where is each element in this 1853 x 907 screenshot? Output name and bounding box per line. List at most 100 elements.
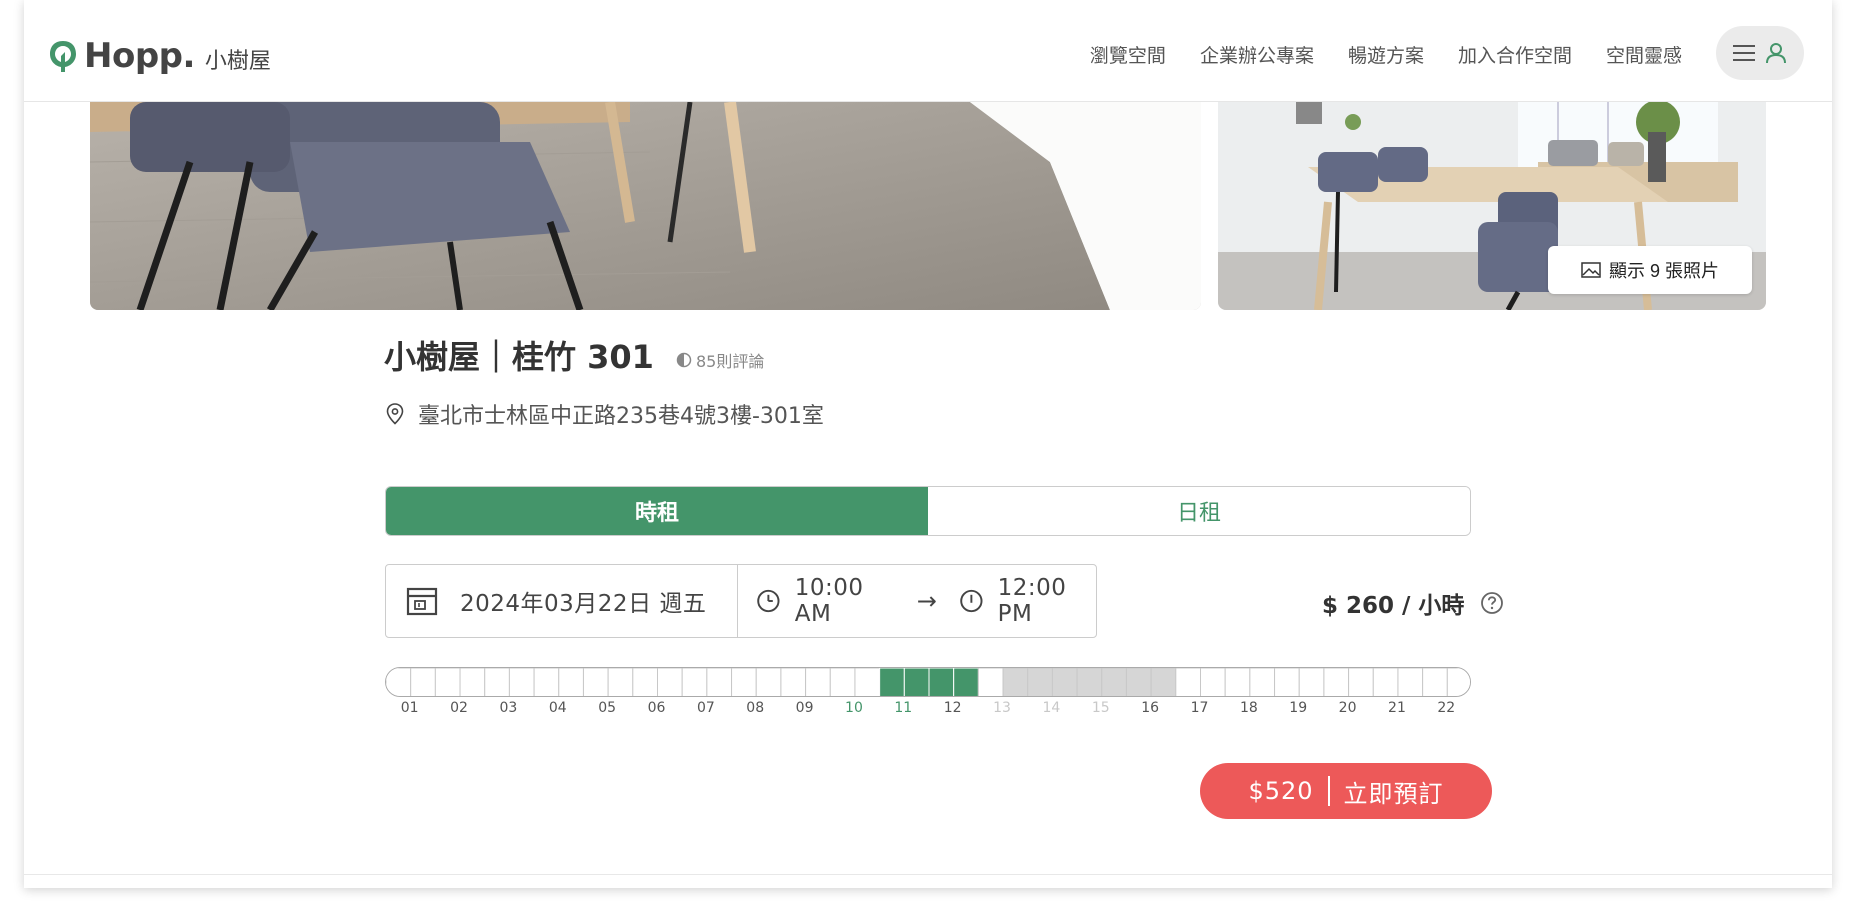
hour-tick-labels: 01 02 03 04 05 06 07 08 09 10 11 12 13 14 15 16 17 18 19 20…	[385, 700, 1471, 720]
hour-label: 19	[1289, 700, 1308, 716]
listing-address: 臺北市士林區中正路235巷4號3樓-301室	[418, 404, 824, 429]
user-menu-button[interactable]	[1716, 26, 1804, 80]
timeline-slot[interactable]	[434, 668, 461, 697]
address-row: 臺北市士林區中正路235巷4號3樓-301室	[386, 398, 824, 430]
timeline-slot[interactable]	[805, 668, 831, 697]
book-now-button[interactable]: $520 立即預訂	[1200, 763, 1492, 819]
listing-title: 小樹屋｜桂竹 301	[384, 338, 654, 376]
hour-label: 22	[1437, 700, 1456, 716]
timeline-slot[interactable]	[706, 668, 733, 697]
timeline-slot[interactable]	[533, 668, 560, 697]
hour-timeline[interactable]	[385, 667, 1471, 697]
timeline-slot[interactable]	[731, 668, 757, 697]
timeline-slot[interactable]	[1224, 668, 1251, 697]
timeline-slot-selected[interactable]	[903, 668, 930, 697]
timeline-slot[interactable]	[508, 668, 535, 697]
timeline-slot[interactable]	[854, 668, 881, 697]
nav-space-inspiration[interactable]: 空間靈感	[1606, 41, 1682, 68]
timeline-slot[interactable]	[755, 668, 782, 697]
nav-join-partner[interactable]: 加入合作空間	[1458, 41, 1572, 68]
timeline-slot[interactable]	[1298, 668, 1325, 697]
timeline-slot[interactable]	[829, 668, 856, 697]
timeline-slot-selected[interactable]	[879, 668, 905, 697]
timeline-slot-unavailable[interactable]	[1002, 668, 1029, 697]
image-icon	[1581, 262, 1601, 278]
show-all-photos-button[interactable]: 顯示 9 張照片	[1548, 246, 1752, 294]
logo-text: Hopp.	[84, 36, 195, 76]
hour-label: 01	[400, 700, 419, 716]
site-header: Hopp. 小樹屋 瀏覽空間 企業辦公專案 暢遊方案 加入合作空間 空間靈感	[24, 0, 1832, 102]
hour-label: 08	[746, 700, 765, 716]
timeline-slot-unavailable[interactable]	[1051, 668, 1078, 697]
help-icon[interactable]	[1480, 591, 1504, 615]
hour-label: 07	[696, 700, 715, 716]
logo[interactable]: Hopp. 小樹屋	[48, 36, 271, 76]
cta-divider	[1327, 776, 1330, 806]
timeline-slot-unavailable[interactable]	[1027, 668, 1053, 697]
logo-subtitle: 小樹屋	[204, 49, 271, 74]
timeline-slot-unavailable[interactable]	[1101, 668, 1127, 697]
date-picker[interactable]: 2024年03月22日 週五	[386, 565, 738, 637]
timeline-slot[interactable]	[1397, 668, 1424, 697]
timeline-slot-unavailable[interactable]	[1076, 668, 1103, 697]
timeline-slot[interactable]	[1446, 668, 1471, 697]
hour-label: 18	[1239, 700, 1258, 716]
timeline-slot[interactable]	[1348, 668, 1374, 697]
main-nav: 瀏覽空間 企業辦公專案 暢遊方案 加入合作空間 空間靈感	[1090, 41, 1682, 68]
total-amount: $520	[1248, 777, 1314, 805]
booking-selector: 2024年03月22日 週五 10:00 AM → 12:00 PM	[385, 564, 1097, 638]
nav-browse-spaces[interactable]: 瀏覽空間	[1090, 41, 1166, 68]
timeline-slots	[386, 668, 1471, 697]
timeline-slot-unavailable[interactable]	[1150, 668, 1177, 697]
reviews-link[interactable]: 85則評論	[676, 348, 764, 372]
timeline-slot[interactable]	[1323, 668, 1350, 697]
time-range-picker[interactable]: 10:00 AM → 12:00 PM	[738, 575, 1096, 627]
timeline-slot[interactable]	[607, 668, 634, 697]
timeline-slot[interactable]	[1274, 668, 1300, 697]
timeline-slot[interactable]	[977, 668, 1004, 697]
timeline-slot-unavailable[interactable]	[1125, 668, 1152, 697]
timeline-slot[interactable]	[386, 668, 412, 697]
price-row: $ 260 / 小時	[1322, 586, 1504, 620]
timeline-slot[interactable]	[1422, 668, 1448, 697]
timeline-slot[interactable]	[780, 668, 807, 697]
nav-enterprise-office[interactable]: 企業辦公專案	[1200, 41, 1314, 68]
timeline-slot-selected[interactable]	[928, 668, 955, 697]
rental-type-tabs: 時租 日租	[385, 486, 1471, 536]
hour-label: 05	[598, 700, 617, 716]
end-time[interactable]: 12:00 PM	[998, 575, 1096, 627]
timeline-slot-selected[interactable]	[953, 668, 979, 697]
location-pin-icon	[386, 403, 404, 425]
timeline-slot[interactable]	[484, 668, 510, 697]
user-icon	[1766, 43, 1786, 64]
timeline-slot[interactable]	[1372, 668, 1399, 697]
tab-daily[interactable]: 日租	[928, 487, 1470, 535]
nav-travel-plans[interactable]: 暢遊方案	[1348, 41, 1424, 68]
timeline-slot[interactable]	[1175, 668, 1201, 697]
timeline-slot[interactable]	[459, 668, 486, 697]
hour-label: 20	[1338, 700, 1357, 716]
timeline-slot[interactable]	[657, 668, 683, 697]
timeline-slot[interactable]	[1249, 668, 1276, 697]
hour-label: 16	[1141, 700, 1160, 716]
timeline-slot[interactable]	[1200, 668, 1226, 697]
timeline-slot[interactable]	[410, 668, 436, 697]
hour-label: 03	[499, 700, 518, 716]
timeline-slot[interactable]	[632, 668, 658, 697]
timeline-slot[interactable]	[582, 668, 609, 697]
timeline-slot[interactable]	[558, 668, 584, 697]
clock-icon	[960, 589, 983, 613]
listing-title-row: 小樹屋｜桂竹 301 85則評論	[384, 332, 764, 378]
timeline-slot[interactable]	[681, 668, 708, 697]
calendar-icon	[406, 587, 438, 616]
secondary-photo[interactable]: 顯示 9 張照片	[1218, 102, 1766, 310]
hamburger-icon	[1733, 45, 1755, 61]
hour-label: 11	[894, 700, 913, 716]
start-time[interactable]: 10:00 AM	[795, 575, 895, 627]
clock-icon	[757, 589, 780, 613]
hour-label: 02	[450, 700, 468, 716]
tab-hourly[interactable]: 時租	[386, 487, 928, 535]
hour-label: 06	[647, 700, 666, 716]
leaf-logo-icon	[50, 41, 76, 72]
main-photo[interactable]	[90, 102, 1201, 310]
